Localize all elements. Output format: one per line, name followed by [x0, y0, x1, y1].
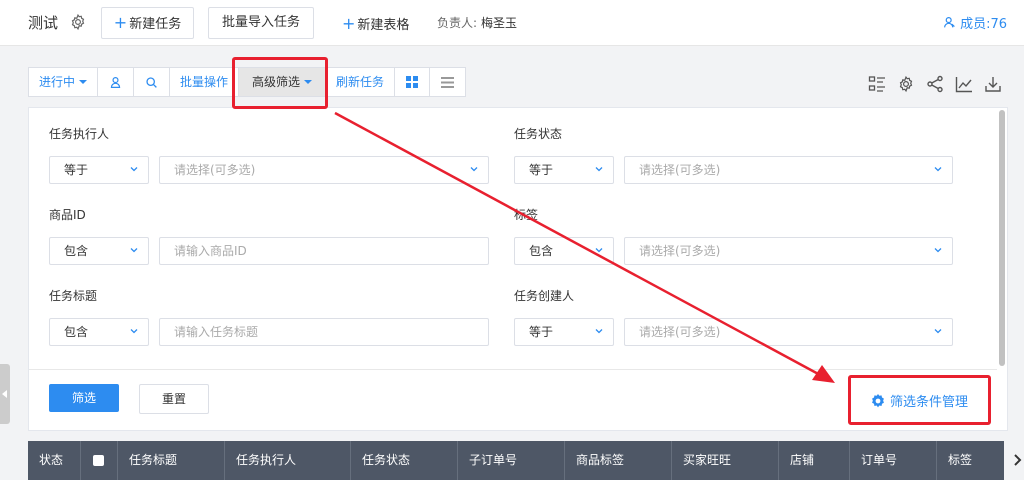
- chevron-down-icon: [934, 329, 942, 334]
- chevron-down-icon: [595, 329, 603, 334]
- grid-view-icon: [406, 76, 419, 88]
- operator-value: 等于: [529, 163, 554, 177]
- plus-icon: +: [342, 14, 356, 33]
- select-placeholder: 请选择(可多选): [639, 163, 721, 177]
- batch-operation-button[interactable]: 批量操作: [170, 68, 240, 96]
- user-icon: [943, 17, 955, 28]
- settings-icon[interactable]: [897, 75, 915, 93]
- owner-name: 梅圣玉: [481, 16, 518, 30]
- product-id-input[interactable]: 请输入商品ID: [159, 237, 489, 265]
- person-icon: [110, 76, 121, 88]
- creator-filter-label: 任务创建人: [514, 289, 575, 303]
- chevron-right-icon[interactable]: [1012, 452, 1024, 468]
- operator-value: 包含: [64, 325, 89, 339]
- search-button[interactable]: [134, 68, 171, 96]
- owner-label: 负责人:: [437, 16, 478, 30]
- column-header[interactable]: 订单号: [850, 441, 937, 480]
- task-title-operator-select[interactable]: 包含: [49, 318, 149, 346]
- new-task-label: 新建任务: [129, 17, 182, 32]
- batch-import-button[interactable]: 批量导入任务: [208, 7, 314, 39]
- task-title-filter-label: 任务标题: [49, 289, 98, 303]
- assignee-operator-select[interactable]: 等于: [49, 156, 149, 184]
- list-view-icon: [441, 76, 455, 88]
- project-settings-icon[interactable]: [69, 13, 87, 31]
- assignee-filter-label: 任务执行人: [49, 127, 110, 141]
- operator-value: 包含: [64, 244, 89, 258]
- column-header[interactable]: 店铺: [779, 441, 850, 480]
- task-table-header: 状态 任务标题 任务执行人 任务状态 子订单号 商品标签 买家旺旺 店铺 订单号…: [28, 441, 1004, 480]
- chevron-down-icon: [934, 248, 942, 253]
- new-table-label: 新建表格: [357, 18, 410, 33]
- status-value-select[interactable]: 请选择(可多选): [624, 156, 953, 184]
- filter-submit-button[interactable]: 筛选: [49, 384, 119, 412]
- column-header[interactable]: 买家旺旺: [672, 441, 779, 480]
- operator-value: 包含: [529, 244, 554, 258]
- select-all-checkbox[interactable]: [93, 455, 104, 466]
- column-header[interactable]: 任务标题: [118, 441, 225, 480]
- advanced-filter-highlight: [232, 57, 328, 109]
- caret-down-icon: [79, 80, 88, 84]
- tag-filter-label: 标签: [514, 208, 539, 222]
- creator-operator-select[interactable]: 等于: [514, 318, 614, 346]
- chevron-down-icon: [595, 248, 603, 253]
- side-collapse-tab[interactable]: [0, 364, 10, 424]
- members-label: 成员:76: [960, 17, 1007, 32]
- column-header[interactable]: 商品标签: [565, 441, 672, 480]
- input-placeholder: 请输入任务标题: [174, 325, 259, 339]
- product-id-operator-select[interactable]: 包含: [49, 237, 149, 265]
- column-header[interactable]: 任务执行人: [225, 441, 351, 480]
- arrow-left-icon: [2, 390, 7, 398]
- tag-value-select[interactable]: 请选择(可多选): [624, 237, 953, 265]
- top-bar: 测试 + 新建任务 批量导入任务 + 新建表格 负责人: 梅圣玉 成员:76: [0, 0, 1024, 46]
- column-settings-icon[interactable]: [868, 75, 886, 93]
- chevron-down-icon: [130, 329, 138, 334]
- plus-icon: +: [113, 13, 128, 32]
- chevron-down-icon: [130, 167, 138, 172]
- panel-scrollbar[interactable]: [999, 110, 1005, 366]
- line-chart-icon[interactable]: [955, 75, 973, 93]
- product-id-filter-label: 商品ID: [49, 208, 86, 222]
- list-view-button[interactable]: [430, 68, 465, 96]
- select-placeholder: 请选择(可多选): [639, 325, 721, 339]
- task-title-input[interactable]: 请输入任务标题: [159, 318, 489, 346]
- column-header[interactable]: 子订单号: [458, 441, 565, 480]
- members-link[interactable]: 成员:76: [943, 13, 1007, 32]
- share-icon[interactable]: [926, 75, 944, 93]
- new-task-button[interactable]: + 新建任务: [101, 7, 194, 39]
- assignee-value-select[interactable]: 请选择(可多选): [159, 156, 489, 184]
- view-tools: [868, 75, 1002, 93]
- chevron-down-icon: [130, 248, 138, 253]
- refresh-tasks-button[interactable]: 刷新任务: [326, 68, 396, 96]
- assignee-filter-button[interactable]: [98, 68, 135, 96]
- operator-value: 等于: [529, 325, 554, 339]
- column-header[interactable]: 状态: [28, 441, 81, 480]
- project-title: 测试: [28, 14, 59, 32]
- grid-view-button[interactable]: [395, 68, 431, 96]
- chevron-down-icon: [470, 167, 478, 172]
- operator-value: 等于: [64, 163, 89, 177]
- select-placeholder: 请选择(可多选): [639, 244, 721, 258]
- status-filter-label: 任务状态: [514, 127, 563, 141]
- new-table-link[interactable]: + 新建表格: [342, 14, 409, 33]
- tag-operator-select[interactable]: 包含: [514, 237, 614, 265]
- creator-value-select[interactable]: 请选择(可多选): [624, 318, 953, 346]
- column-header[interactable]: 任务状态: [351, 441, 458, 480]
- panel-divider: [29, 369, 997, 370]
- filter-reset-button[interactable]: 重置: [139, 384, 209, 414]
- input-placeholder: 请输入商品ID: [174, 244, 247, 258]
- filter-manage-highlight: [848, 375, 991, 425]
- select-all-cell: [81, 441, 118, 480]
- download-icon[interactable]: [984, 75, 1002, 93]
- status-dropdown[interactable]: 进行中: [29, 68, 99, 96]
- status-dropdown-label: 进行中: [39, 75, 76, 89]
- status-operator-select[interactable]: 等于: [514, 156, 614, 184]
- select-placeholder: 请选择(可多选): [174, 163, 256, 177]
- column-header[interactable]: 标签: [937, 441, 1004, 480]
- search-icon: [146, 76, 157, 88]
- chevron-down-icon: [934, 167, 942, 172]
- chevron-down-icon: [595, 167, 603, 172]
- owner-info: 负责人: 梅圣玉: [437, 14, 517, 31]
